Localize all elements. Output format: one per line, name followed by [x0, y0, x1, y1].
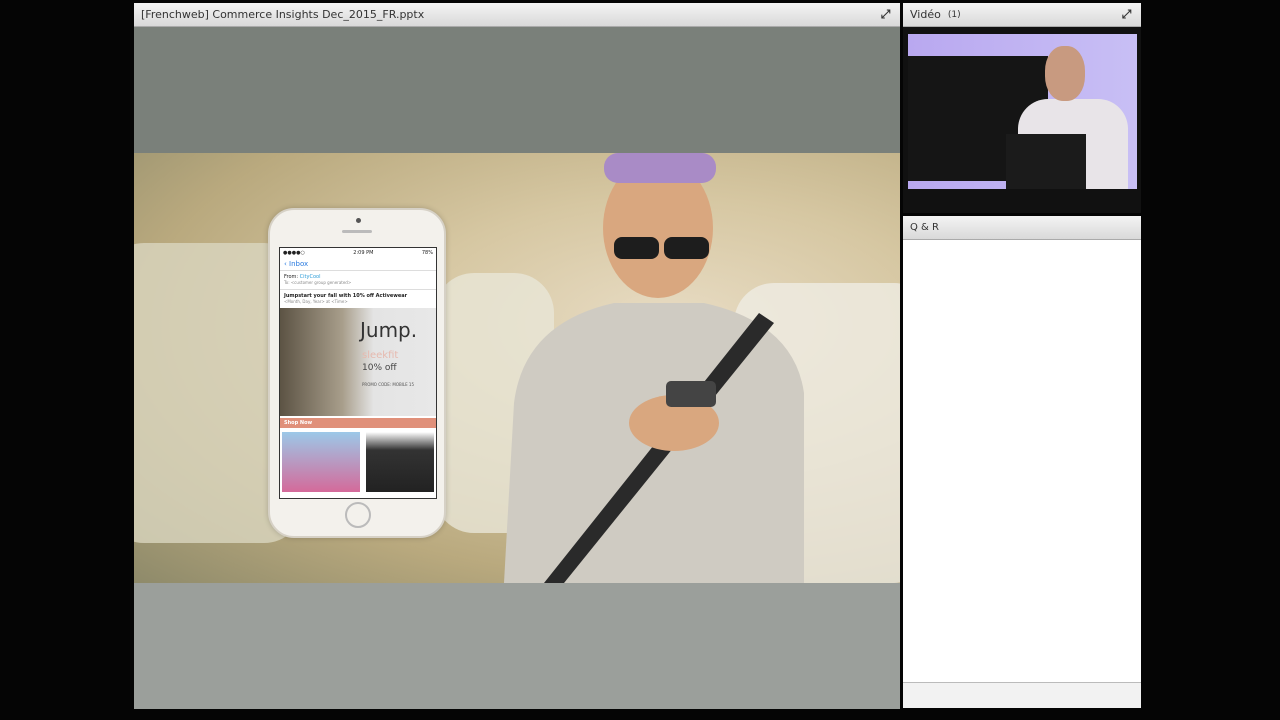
promo-brand: sleekfit	[362, 350, 399, 361]
presentation-slide: ●●●●○ 2:09 PM 78% ‹ Inbox From: CityCool To…	[134, 153, 900, 583]
webcam-video[interactable]	[908, 34, 1137, 189]
qa-pod-title: Q & R	[910, 222, 939, 233]
phone-mockup: ●●●●○ 2:09 PM 78% ‹ Inbox From: CityCool To…	[268, 208, 446, 538]
woman-with-phone-image	[504, 153, 804, 583]
promo-code: PROMO CODE: MOBILE 15	[362, 382, 415, 387]
presenter-head	[1045, 46, 1085, 101]
to-line: To: <customer group generated>	[284, 280, 352, 285]
battery: 78%	[421, 250, 433, 256]
promo-offer: 10% off	[362, 363, 397, 373]
share-pod: [Frenchweb] Commerce Insights Dec_2015_F…	[134, 3, 900, 709]
slide-letterbox-top	[134, 27, 900, 153]
phone-screen: ●●●●○ 2:09 PM 78% ‹ Inbox From: CityCool To…	[279, 247, 437, 499]
video-pod-title: Vidéo	[910, 8, 941, 21]
email-date: <Month, Day, Year> at <Time>	[284, 299, 348, 304]
slide-letterbox-bottom	[134, 583, 900, 709]
status-time: 2:09 PM	[353, 250, 374, 256]
promo-headline: Jump.	[360, 318, 418, 342]
qa-pod-header: Q & R	[903, 216, 1141, 240]
video-pod-header: Vidéo (1) ⤢	[903, 3, 1141, 27]
share-pod-header: [Frenchweb] Commerce Insights Dec_2015_F…	[134, 3, 900, 27]
inbox-back: Inbox	[289, 260, 309, 268]
video-count: (1)	[947, 9, 961, 20]
shop-now-button: Shop Now	[280, 418, 436, 428]
qa-pod: Q & R	[903, 216, 1141, 708]
promo-banner: Jump. sleekfit 10% off PROMO CODE: MOBIL…	[280, 308, 436, 416]
share-pod-title: [Frenchweb] Commerce Insights Dec_2015_F…	[141, 8, 425, 21]
expand-icon[interactable]: ⤢	[1120, 8, 1133, 21]
laptop	[1006, 134, 1086, 189]
qa-input-bar[interactable]	[903, 682, 1141, 708]
expand-icon[interactable]: ⤢	[879, 8, 892, 21]
video-pod: Vidéo (1) ⤢	[903, 3, 1141, 213]
home-button	[345, 502, 371, 528]
